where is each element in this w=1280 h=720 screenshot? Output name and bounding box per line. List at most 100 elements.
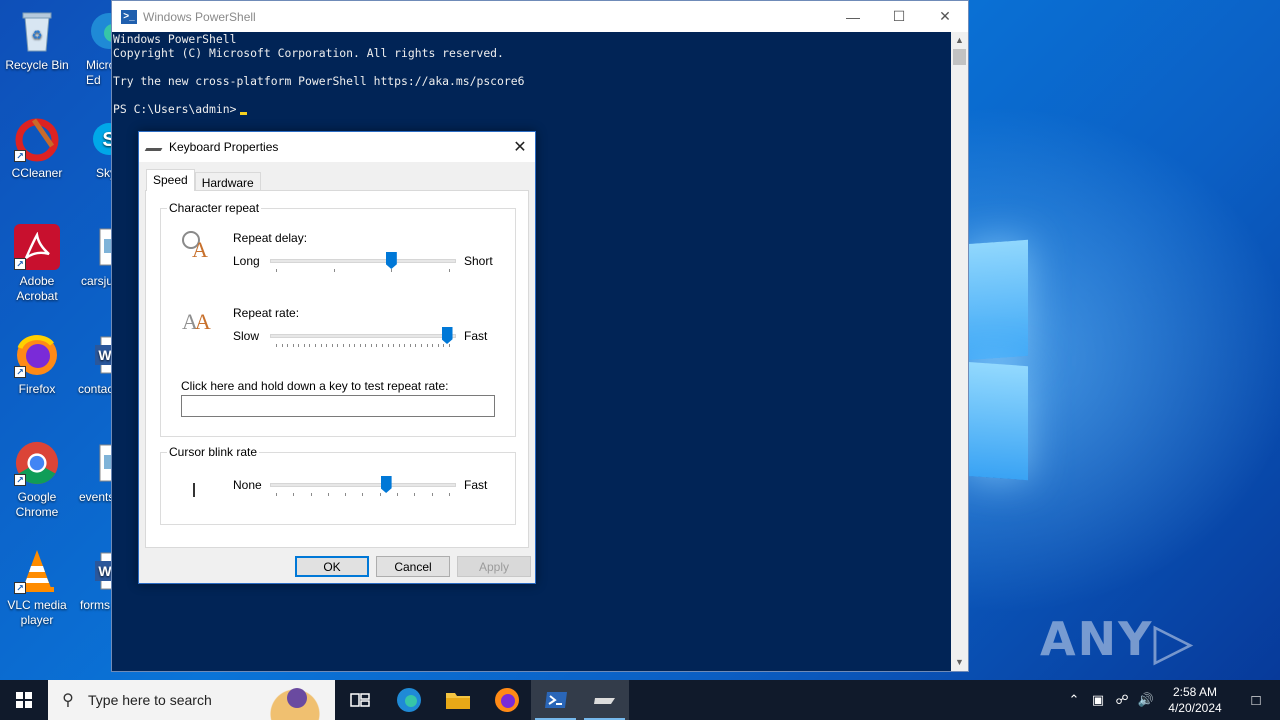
volume-icon[interactable]: 🔊	[1134, 692, 1158, 708]
slider-track	[270, 334, 456, 338]
notification-center-icon[interactable]: □	[1232, 692, 1280, 709]
dialog-close-button[interactable]: ✕	[505, 137, 535, 157]
desktop-icon-ccleaner[interactable]: ↗ CCleaner	[0, 116, 74, 181]
clock-date: 4/20/2024	[1168, 701, 1222, 715]
network-icon[interactable]: ☍	[1110, 692, 1134, 708]
scroll-down-arrow-icon[interactable]: ▼	[951, 654, 968, 671]
desktop-icon-label: Recycle Bin	[5, 58, 69, 72]
repeat-delay-slider[interactable]	[270, 251, 456, 275]
maximize-button[interactable]: ☐	[876, 1, 922, 32]
slider-tick	[426, 344, 428, 347]
dialog-titlebar[interactable]: Keyboard Properties ✕	[139, 132, 535, 162]
meet-now-icon[interactable]: ▣	[1086, 692, 1110, 708]
blinking-cursor-preview-icon	[193, 483, 195, 497]
slider-tick	[376, 344, 378, 347]
edge-icon	[396, 688, 421, 712]
slider-thumb[interactable]	[441, 327, 453, 344]
slider-tick	[432, 344, 434, 347]
cursor-blink-slider[interactable]	[270, 475, 456, 499]
slider-tick	[398, 344, 400, 347]
slider-tick	[276, 269, 277, 272]
test-repeat-label: Click here and hold down a key to test r…	[181, 379, 449, 393]
minimize-button[interactable]: —	[830, 1, 876, 32]
slider-tick	[342, 344, 344, 347]
taskbar-powershell[interactable]	[531, 680, 580, 720]
folder-icon	[445, 693, 470, 709]
slider-thumb[interactable]	[385, 252, 397, 269]
desktop-icon-google-chrome[interactable]: ↗ Google Chrome	[0, 440, 74, 520]
slider-tick	[326, 344, 328, 347]
slider-thumb[interactable]	[380, 476, 392, 493]
desktop-icon-recycle-bin[interactable]: ♻ Recycle Bin	[0, 8, 74, 73]
tab-hardware[interactable]: Hardware	[194, 172, 261, 191]
firefox-icon: ↗	[14, 332, 60, 378]
console-line: Try the new cross-platform PowerShell ht…	[113, 74, 525, 88]
taskbar-clock[interactable]: 2:58 AM 4/20/2024	[1158, 684, 1232, 716]
desktop-icon-microsoft-edge[interactable]: Micro Ed	[74, 8, 114, 88]
taskbar-search-box[interactable]: ⚲ Type here to search	[48, 680, 335, 720]
slider-tick	[327, 493, 329, 496]
keyboard-icon	[593, 698, 615, 704]
slider-tick	[309, 344, 311, 347]
taskbar-firefox[interactable]	[482, 680, 531, 720]
desktop-icon-firefox[interactable]: ↗ Firefox	[0, 332, 74, 397]
vlc-cone-icon: ↗	[14, 548, 60, 594]
slider-tick	[333, 269, 335, 272]
desktop-icon-forms[interactable]: W forms	[74, 548, 114, 613]
close-button[interactable]: ✕	[922, 1, 968, 32]
repeat-delay-label: Repeat delay:	[233, 231, 308, 245]
slider-tick	[443, 344, 445, 347]
taskbar-file-explorer[interactable]	[433, 680, 482, 720]
repeat-rate-slider[interactable]	[270, 326, 456, 350]
apply-button[interactable]: Apply	[457, 556, 531, 577]
taskbar: ⚲ Type here to search ⌃ ▣ ☍ 🔊 2:58 AM 4/…	[0, 680, 1280, 720]
powershell-icon	[544, 692, 567, 708]
desktop-icon-adobe-acrobat[interactable]: ↗ Adobe Acrobat	[0, 224, 74, 304]
tab-speed[interactable]: Speed	[146, 169, 195, 191]
slider-tick	[448, 269, 450, 272]
keyboard-icon	[144, 143, 166, 151]
slider-ticks	[276, 493, 450, 497]
desktop-icon-label: VLC media player	[7, 598, 67, 627]
slider-tick	[365, 344, 367, 347]
chrome-icon: ↗	[14, 440, 60, 486]
slider-tick	[393, 344, 395, 347]
slider-tick	[404, 344, 406, 347]
start-button[interactable]	[0, 680, 48, 720]
ok-button[interactable]: OK	[295, 556, 369, 577]
desktop-icon-carsju[interactable]: carsju	[74, 224, 114, 289]
firefox-icon	[494, 688, 519, 712]
slider-tick	[381, 344, 383, 347]
desktop-icon-label: Sky	[96, 166, 114, 180]
desktop-icon-contac[interactable]: W contac	[74, 332, 114, 397]
system-tray: ⌃ ▣ ☍ 🔊 2:58 AM 4/20/2024 □	[1062, 680, 1280, 720]
test-repeat-input[interactable]	[181, 395, 495, 417]
taskbar-edge[interactable]	[384, 680, 433, 720]
chevron-up-icon[interactable]: ⌃	[1062, 692, 1086, 708]
scroll-up-arrow-icon[interactable]: ▲	[951, 32, 968, 49]
desktop-icon-skype[interactable]: S Sky	[74, 116, 114, 181]
desktop-icon-label: contac	[78, 382, 114, 396]
powershell-titlebar[interactable]: >_ Windows PowerShell — ☐ ✕	[112, 1, 968, 32]
desktop-icon-vlc[interactable]: ↗ VLC media player	[0, 548, 74, 628]
slider-tick	[448, 493, 450, 496]
slider-tick	[391, 269, 393, 272]
slider-tick	[276, 493, 277, 496]
slider-tick	[276, 344, 277, 347]
task-view-button[interactable]	[335, 680, 384, 720]
slider-tick	[379, 493, 381, 496]
cursor-blink-max-label: Fast	[464, 478, 488, 492]
task-view-icon	[349, 693, 370, 707]
desktop-icon-events[interactable]: events	[74, 440, 114, 505]
windows-logo-wallpaper	[965, 238, 1035, 483]
taskbar-keyboard-properties[interactable]	[580, 680, 629, 720]
scrollbar-thumb[interactable]	[953, 49, 966, 65]
cancel-button[interactable]: Cancel	[376, 556, 450, 577]
recycle-bin-icon: ♻	[14, 8, 60, 54]
slider-tick	[359, 344, 361, 347]
vertical-scrollbar[interactable]: ▲ ▼	[951, 32, 968, 671]
repeat-delay-min-label: Long	[233, 254, 260, 268]
desktop-icon-label: Micro Ed	[86, 58, 114, 87]
keyboard-properties-dialog[interactable]: Keyboard Properties ✕ Speed Hardware Cha…	[138, 131, 536, 584]
